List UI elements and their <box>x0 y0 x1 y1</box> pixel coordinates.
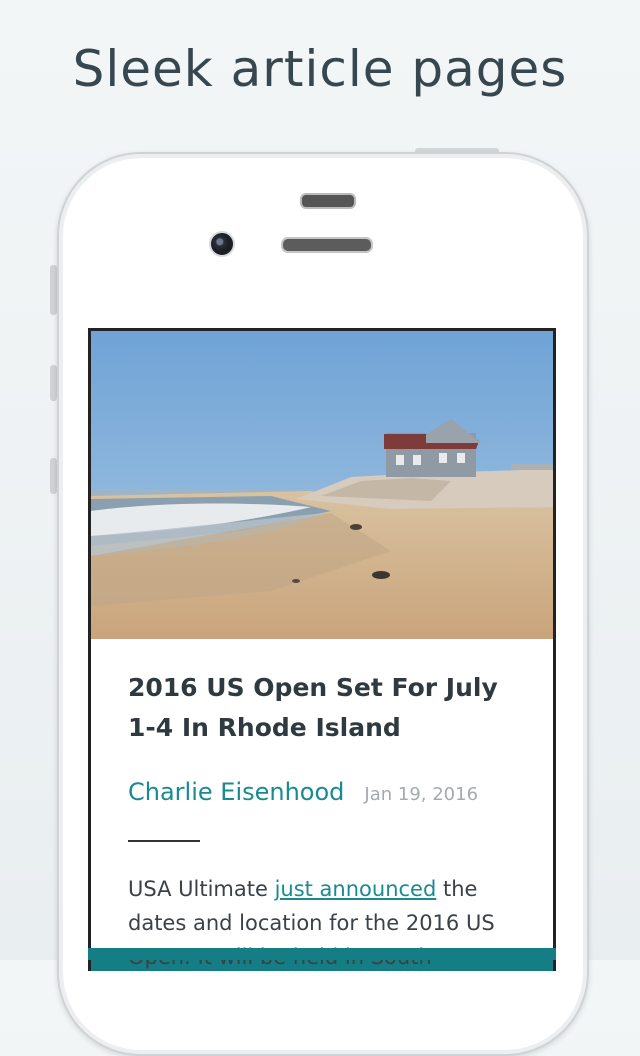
inline-link[interactable]: just announced <box>275 877 437 901</box>
body-text-start: USA Ultimate <box>128 877 275 901</box>
speaker-grille <box>281 237 373 253</box>
article-hero-image <box>91 331 553 639</box>
toolbar-edge <box>88 948 556 960</box>
publish-date: Jan 19, 2016 <box>364 784 479 805</box>
promo-headline: Sleek article pages <box>72 40 568 98</box>
article-meta: Charlie Eisenhood Jan 19, 2016 <box>128 778 528 806</box>
volume-up-button <box>50 365 57 401</box>
author-link[interactable]: Charlie Eisenhood <box>128 778 344 806</box>
article-title: 2016 US Open Set For July 1-4 In Rhode I… <box>128 673 498 742</box>
front-camera <box>209 231 235 257</box>
mute-switch <box>50 265 57 315</box>
volume-down-button <box>50 458 57 494</box>
earpiece <box>300 193 356 209</box>
divider <box>128 840 200 842</box>
article-content: 2016 US Open Set For July 1-4 In Rhode I… <box>128 668 528 974</box>
